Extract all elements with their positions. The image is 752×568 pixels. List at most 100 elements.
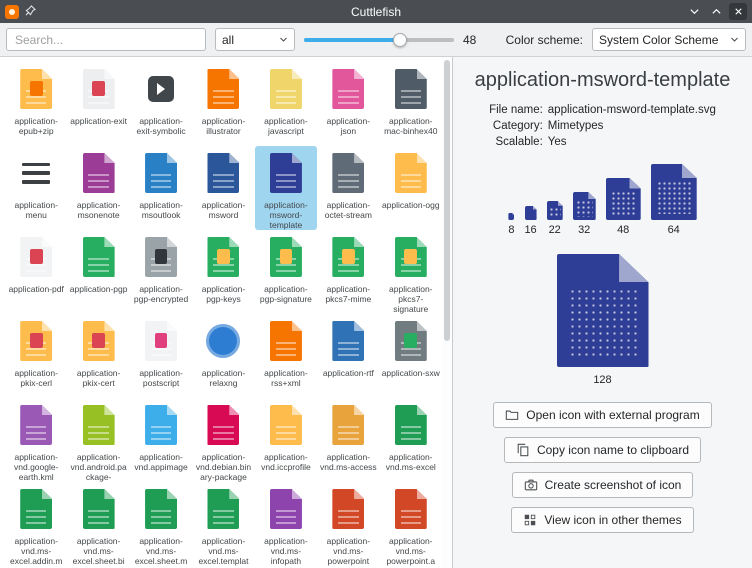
icon-box: [5, 65, 67, 113]
icon-box: [5, 485, 67, 533]
icon-label: application-vnd.appimage: [130, 452, 192, 472]
icon-grid-item[interactable]: application-vnd.google-earth.kml: [5, 398, 67, 482]
icon-grid-item[interactable]: application-vnd.ms-powerpoint: [317, 482, 379, 566]
icon-box: [317, 317, 379, 365]
icon-box: [130, 65, 192, 113]
mimetype-icon: [83, 405, 115, 445]
icon-grid-item[interactable]: application-vnd.ms-powerpoint.a: [380, 482, 442, 566]
mimetype-icon: [83, 153, 115, 193]
icon-grid-item[interactable]: application-illustrator: [192, 62, 254, 146]
icon-grid-item[interactable]: application-msonenote: [67, 146, 129, 230]
mimetype-icon: [83, 69, 115, 109]
icon-grid-item[interactable]: application-pkix-cert: [67, 314, 129, 398]
icon-label: application-vnd.ms-excel.addin.m: [5, 536, 67, 566]
icon-grid-item[interactable]: application-vnd.appimage: [130, 398, 192, 482]
maximize-button[interactable]: [707, 3, 725, 20]
vertical-scrollbar[interactable]: [442, 57, 452, 568]
icon-box: [255, 401, 317, 449]
scrollbar-thumb[interactable]: [444, 60, 450, 341]
icon-grid-item[interactable]: application-msword-template: [255, 146, 317, 230]
icon-grid-item[interactable]: application-vnd.iccprofile: [255, 398, 317, 482]
icon-label: application-vnd.ms-access: [317, 452, 379, 472]
view-themes-button[interactable]: View icon in other themes: [511, 507, 693, 533]
msword-template-preview-icon: [573, 192, 596, 220]
icon-grid-item[interactable]: application-mac-binhex40: [380, 62, 442, 146]
icon-grid-item[interactable]: application-postscript: [130, 314, 192, 398]
close-button[interactable]: [729, 3, 747, 20]
icon-grid-item[interactable]: application-pgp-keys: [192, 230, 254, 314]
icon-grid-item[interactable]: application-json: [317, 62, 379, 146]
icon-grid-item[interactable]: application-vnd.ms-excel.sheet.bi: [67, 482, 129, 566]
mimetype-icon: [332, 237, 364, 277]
size-previews: 81622324864: [508, 164, 696, 236]
icon-grid-item[interactable]: application-exit-symbolic: [130, 62, 192, 146]
mimetype-icon: [395, 405, 427, 445]
icon-grid-item[interactable]: application-octet-stream: [317, 146, 379, 230]
icon-grid-item[interactable]: application-pdf: [5, 230, 67, 314]
icon-grid-item[interactable]: application-pgp: [67, 230, 129, 314]
screenshot-button[interactable]: Create screenshot of icon: [512, 472, 694, 498]
icon-grid-item[interactable]: application-rtf: [317, 314, 379, 398]
icon-grid-item[interactable]: application-vnd.android.package-: [67, 398, 129, 482]
detail-field-value: Mimetypes: [548, 120, 716, 132]
mimetype-icon: [207, 405, 239, 445]
icon-grid-item[interactable]: application-vnd.ms-infopath: [255, 482, 317, 566]
icon-label: application-vnd.google-earth.kml: [5, 452, 67, 482]
icon-grid-item[interactable]: application-pkcs7-mime: [317, 230, 379, 314]
color-scheme-label: Color scheme:: [506, 33, 583, 47]
size-label: 8: [508, 224, 514, 236]
icon-grid-item[interactable]: application-msoutlook: [130, 146, 192, 230]
icon-grid-item[interactable]: application-sxw: [380, 314, 442, 398]
minimize-button[interactable]: [685, 3, 703, 20]
icon-label: application-pgp-keys: [192, 284, 254, 304]
msword-template-preview-icon: [651, 164, 697, 220]
icon-grid-item[interactable]: application-msword: [192, 146, 254, 230]
filter-dropdown[interactable]: all: [215, 28, 295, 51]
icon-grid-item[interactable]: application-exit: [67, 62, 129, 146]
icon-label: application-pkix-cerl: [5, 368, 67, 388]
icon-label: application-msonenote: [67, 200, 129, 220]
icon-grid-item[interactable]: application-relaxng: [192, 314, 254, 398]
icon-label: application-vnd.ms-excel: [380, 452, 442, 472]
toolbar: all 48 Color scheme: System Color Scheme: [0, 23, 752, 57]
themes-icon: [523, 513, 537, 527]
msword-template-preview-icon: [606, 178, 641, 220]
detail-field-value: application-msword-template.svg: [548, 104, 716, 116]
mimetype-icon: [20, 69, 52, 109]
icon-grid-item[interactable]: application-ogg: [380, 146, 442, 230]
pin-icon[interactable]: [25, 3, 36, 21]
action-buttons: Open icon with external program Copy icon…: [493, 402, 711, 533]
search-input[interactable]: [6, 28, 206, 51]
mimetype-icon: [148, 76, 174, 102]
icon-grid-item[interactable]: application-vnd.debian.binary-package: [192, 398, 254, 482]
mimetype-icon: [83, 237, 115, 277]
icon-grid-item[interactable]: application-vnd.ms-excel.templat: [192, 482, 254, 566]
detail-field-value: Yes: [548, 136, 716, 148]
icon-grid-item[interactable]: application-pgp-encrypted: [130, 230, 192, 314]
icon-grid-item[interactable]: application-pkix-cerl: [5, 314, 67, 398]
size-slider[interactable]: [304, 28, 454, 51]
mimetype-icon: [20, 237, 52, 277]
slider-handle[interactable]: [393, 33, 407, 47]
icon-grid-item[interactable]: application-vnd.ms-access: [317, 398, 379, 482]
icon-grid-item[interactable]: application-vnd.ms-excel.addin.m: [5, 482, 67, 566]
icon-grid-item[interactable]: application-pgp-signature: [255, 230, 317, 314]
icon-box: [317, 401, 379, 449]
icon-label: application-ogg: [380, 200, 442, 210]
icon-box: [317, 485, 379, 533]
icon-grid-item[interactable]: application-vnd.ms-excel: [380, 398, 442, 482]
size-preview: 22: [547, 201, 563, 236]
icon-grid-item[interactable]: application-vnd.ms-excel.sheet.m: [130, 482, 192, 566]
open-external-button[interactable]: Open icon with external program: [493, 402, 711, 428]
icon-grid-item[interactable]: application-rss+xml: [255, 314, 317, 398]
icon-grid-item[interactable]: application-pkcs7-signature: [380, 230, 442, 314]
color-scheme-value: System Color Scheme: [599, 33, 718, 47]
chevron-down-icon: [279, 33, 288, 47]
icon-grid-item[interactable]: application-menu: [5, 146, 67, 230]
size-label: 32: [578, 224, 590, 236]
icon-grid-item[interactable]: application-javascript: [255, 62, 317, 146]
icon-box: [67, 485, 129, 533]
icon-grid-item[interactable]: application-epub+zip: [5, 62, 67, 146]
copy-name-button[interactable]: Copy icon name to clipboard: [504, 437, 701, 463]
color-scheme-dropdown[interactable]: System Color Scheme: [592, 28, 746, 51]
